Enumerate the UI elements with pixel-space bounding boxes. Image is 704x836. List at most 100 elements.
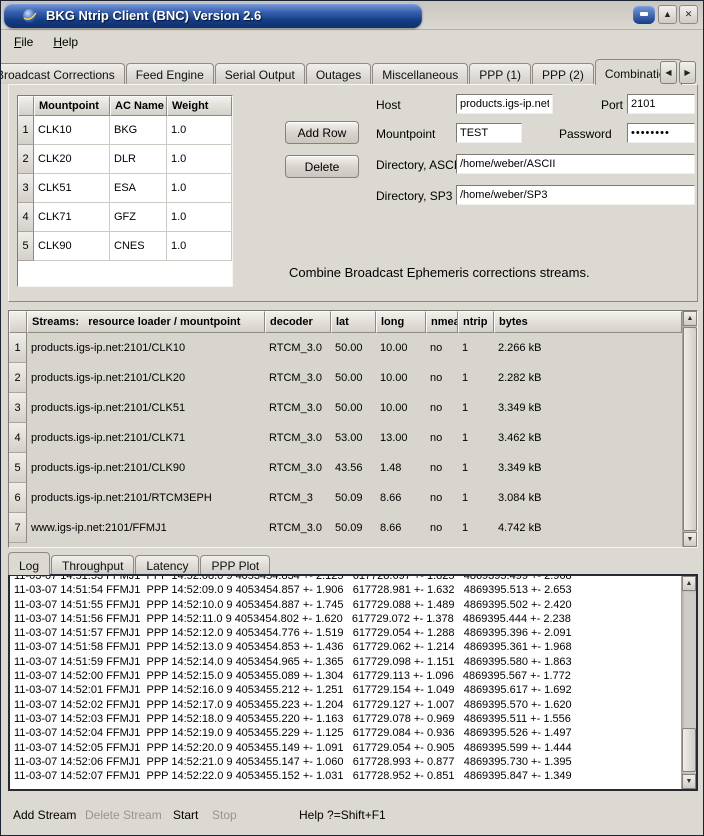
minimize-button[interactable] — [633, 5, 655, 24]
column-header-decoder[interactable]: decoder — [265, 311, 331, 333]
stream-ntrip: 1 — [458, 363, 494, 393]
close-button[interactable]: ✕ — [679, 5, 698, 24]
column-header-lat[interactable]: lat — [331, 311, 376, 333]
streams-scrollbar[interactable]: ▲ ▼ — [682, 311, 697, 547]
add-stream-button[interactable]: Add Stream — [13, 808, 76, 822]
scrollbar-track[interactable] — [682, 591, 696, 774]
tab-scroll-left-button[interactable]: ◀ — [660, 61, 677, 84]
cell-mountpoint[interactable]: CLK71 — [34, 203, 110, 232]
tab-miscellaneous[interactable]: Miscellaneous — [372, 63, 468, 84]
stream-lat: 43.56 — [331, 453, 376, 483]
scroll-up-icon[interactable]: ▲ — [682, 576, 696, 591]
password-input[interactable] — [627, 123, 695, 143]
scroll-down-icon[interactable]: ▼ — [683, 532, 697, 547]
port-input[interactable] — [627, 94, 695, 114]
tab-latency[interactable]: Latency — [135, 555, 199, 574]
cell-ac-name[interactable]: ESA — [110, 174, 167, 203]
delete-stream-button: Delete Stream — [85, 808, 162, 822]
tab-serial-output[interactable]: Serial Output — [215, 63, 305, 84]
tab-feed-engine[interactable]: Feed Engine — [126, 63, 214, 84]
cell-ac-name[interactable]: DLR — [110, 145, 167, 174]
stream-row[interactable]: 7 www.igs-ip.net:2101/FFMJ1 RTCM_3.0 50.… — [9, 513, 682, 543]
stream-row[interactable]: 5 products.igs-ip.net:2101/CLK90 RTCM_3.… — [9, 453, 682, 483]
host-input[interactable] — [456, 94, 553, 114]
log-line: 11-03-07 14:52:01 FFMJ1 PPP 14:52:16.0 9… — [14, 683, 681, 697]
tab-log[interactable]: Log — [8, 552, 50, 575]
tab-ppp-2[interactable]: PPP (2) — [532, 63, 594, 84]
tab-broadcast-corrections[interactable]: Broadcast Corrections — [0, 63, 125, 84]
row-header[interactable]: 2 — [9, 363, 27, 393]
row-header[interactable]: 3 — [9, 393, 27, 423]
column-header-ntrip[interactable]: ntrip — [458, 311, 494, 333]
stream-ntrip: 1 — [458, 513, 494, 543]
stream-row[interactable]: 2 products.igs-ip.net:2101/CLK20 RTCM_3.… — [9, 363, 682, 393]
stream-bytes: 3.349 kB — [494, 453, 682, 483]
stream-row[interactable]: 4 products.igs-ip.net:2101/CLK71 RTCM_3.… — [9, 423, 682, 453]
directory-ascii-input[interactable] — [456, 154, 695, 174]
row-header[interactable]: 5 — [18, 232, 34, 261]
tab-ppp-plot[interactable]: PPP Plot — [200, 555, 270, 574]
mountpoint-input[interactable] — [456, 123, 522, 143]
stream-lat: 50.09 — [331, 483, 376, 513]
stream-row[interactable]: 6 products.igs-ip.net:2101/RTCM3EPH RTCM… — [9, 483, 682, 513]
cell-mountpoint[interactable]: CLK10 — [34, 116, 110, 145]
stream-long: 10.00 — [376, 393, 426, 423]
row-header[interactable]: 1 — [9, 333, 27, 363]
host-label: Host — [376, 98, 401, 112]
row-header[interactable]: 6 — [9, 483, 27, 513]
row-header[interactable]: 7 — [9, 513, 27, 543]
cell-mountpoint[interactable]: CLK90 — [34, 232, 110, 261]
column-header-streams[interactable]: Streams: resource loader / mountpoint — [27, 311, 265, 333]
stream-decoder: RTCM_3.0 — [265, 363, 331, 393]
stream-row[interactable]: 3 products.igs-ip.net:2101/CLK51 RTCM_3.… — [9, 393, 682, 423]
column-header-weight[interactable]: Weight — [167, 96, 232, 116]
column-header-ac-name[interactable]: AC Name — [110, 96, 167, 116]
cell-weight[interactable]: 1.0 — [167, 174, 232, 203]
add-row-button[interactable]: Add Row — [285, 121, 359, 144]
scroll-down-icon[interactable]: ▼ — [682, 774, 696, 789]
titlebar[interactable]: BKG Ntrip Client (BNC) Version 2.6 ▲ ✕ — [1, 1, 703, 30]
cell-weight[interactable]: 1.0 — [167, 232, 232, 261]
column-header-bytes[interactable]: bytes — [494, 311, 682, 333]
tab-outages[interactable]: Outages — [306, 63, 371, 84]
menu-file[interactable]: File — [5, 33, 42, 51]
stream-mountpoint: products.igs-ip.net:2101/CLK20 — [27, 363, 265, 393]
cell-weight[interactable]: 1.0 — [167, 203, 232, 232]
column-header-nmea[interactable]: nmea — [426, 311, 458, 333]
row-header[interactable]: 4 — [9, 423, 27, 453]
scrollbar-thumb[interactable] — [683, 327, 697, 531]
cell-weight[interactable]: 1.0 — [167, 116, 232, 145]
scrollbar-thumb[interactable] — [682, 728, 696, 772]
help-button[interactable]: Help ?=Shift+F1 — [299, 808, 386, 822]
cell-weight[interactable]: 1.0 — [167, 145, 232, 174]
cell-mountpoint[interactable]: CLK51 — [34, 174, 110, 203]
cell-ac-name[interactable]: CNES — [110, 232, 167, 261]
tab-ppp-1[interactable]: PPP (1) — [469, 63, 531, 84]
cell-mountpoint[interactable]: CLK20 — [34, 145, 110, 174]
log-scrollbar[interactable]: ▲ ▼ — [681, 576, 696, 789]
cell-ac-name[interactable]: GFZ — [110, 203, 167, 232]
delete-button[interactable]: Delete — [285, 155, 359, 178]
tab-scroll-right-button[interactable]: ▶ — [679, 61, 696, 84]
column-header-mountpoint[interactable]: Mountpoint — [34, 96, 110, 116]
directory-sp3-input[interactable] — [456, 185, 695, 205]
stream-nmea: no — [426, 453, 458, 483]
scrollbar-track[interactable] — [683, 326, 697, 532]
row-header[interactable]: 2 — [18, 145, 34, 174]
row-header[interactable]: 5 — [9, 453, 27, 483]
tab-throughput[interactable]: Throughput — [51, 555, 134, 574]
maximize-button[interactable]: ▲ — [658, 5, 677, 24]
row-header[interactable]: 4 — [18, 203, 34, 232]
log-content: 11-03-07 14:51:53 FFMJ1 PPP 14:52:08.0 9… — [10, 576, 681, 789]
row-header[interactable]: 1 — [18, 116, 34, 145]
row-header[interactable]: 3 — [18, 174, 34, 203]
stream-decoder: RTCM_3.0 — [265, 423, 331, 453]
menu-help[interactable]: Help — [44, 33, 87, 51]
cell-ac-name[interactable]: BKG — [110, 116, 167, 145]
column-header-long[interactable]: long — [376, 311, 426, 333]
start-button[interactable]: Start — [173, 808, 198, 822]
stream-nmea: no — [426, 363, 458, 393]
title-capsule[interactable]: BKG Ntrip Client (BNC) Version 2.6 — [4, 3, 422, 28]
stream-row[interactable]: 1 products.igs-ip.net:2101/CLK10 RTCM_3.… — [9, 333, 682, 363]
scroll-up-icon[interactable]: ▲ — [683, 311, 697, 326]
